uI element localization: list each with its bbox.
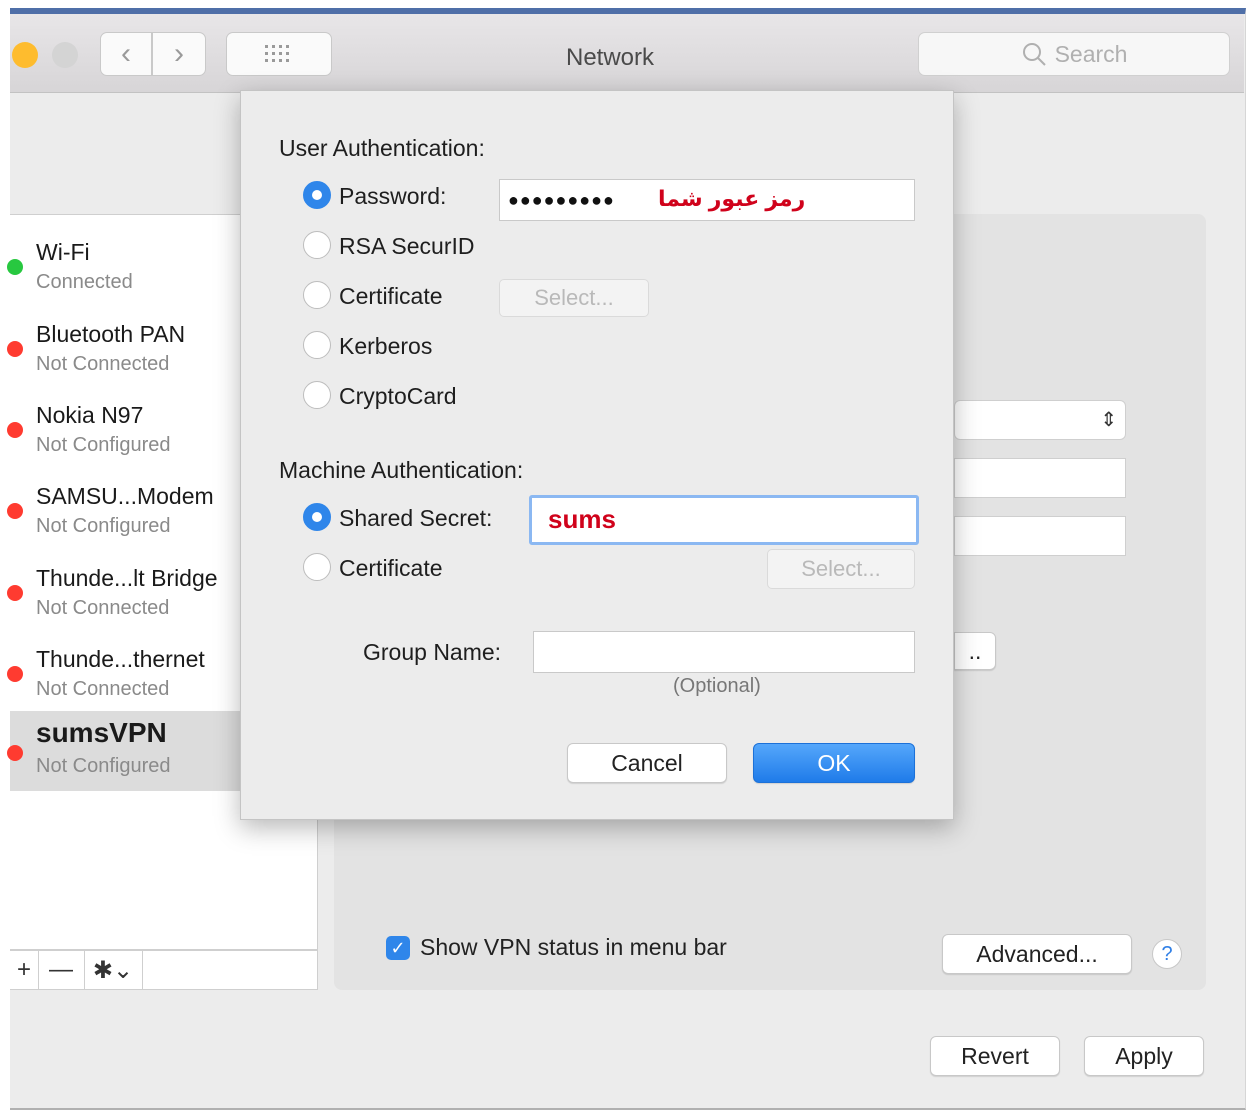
- title-bar: ‹ › Network Search: [10, 14, 1244, 93]
- add-service-button[interactable]: +: [10, 951, 39, 989]
- apply-button[interactable]: Apply: [1084, 1036, 1204, 1076]
- service-status: Not Connected: [36, 353, 170, 375]
- group-name-label: Group Name:: [363, 639, 502, 665]
- service-name: SAMSU...Modem: [36, 483, 214, 509]
- authentication-settings-sheet: User Authentication: Password: ●●●●●●●●●…: [240, 90, 954, 820]
- grid-icon: [265, 45, 289, 62]
- kerberos-label: Kerberos: [339, 333, 433, 359]
- advanced-label: Advanced...: [976, 940, 1098, 967]
- action-menu-button[interactable]: ✱⌄: [84, 951, 143, 989]
- password-field[interactable]: ●●●●●●●●● رمز عبور شما: [499, 179, 915, 221]
- status-dot-icon: [7, 745, 23, 761]
- select-label: Select...: [801, 556, 881, 581]
- service-status: Not Configured: [36, 434, 171, 456]
- cryptocard-radio[interactable]: [303, 381, 331, 409]
- account-name-field[interactable]: [954, 516, 1126, 556]
- service-name: Thunde...lt Bridge: [36, 565, 218, 591]
- ok-button[interactable]: OK: [753, 743, 915, 783]
- machine-certificate-radio[interactable]: [303, 553, 331, 581]
- password-annotation: رمز عبور شما: [658, 186, 806, 211]
- show-vpn-status-checkbox[interactable]: ✓: [386, 936, 410, 960]
- remove-service-button[interactable]: —: [38, 951, 85, 989]
- optional-hint: (Optional): [673, 675, 761, 697]
- status-dot-icon: [7, 341, 23, 357]
- machine-authentication-heading: Machine Authentication:: [279, 457, 524, 483]
- status-dot-icon: [7, 422, 23, 438]
- shared-secret-label: Shared Secret:: [339, 505, 493, 531]
- plus-icon: +: [16, 956, 31, 983]
- apply-label: Apply: [1115, 1042, 1173, 1069]
- cancel-label: Cancel: [611, 749, 683, 776]
- service-name: Nokia N97: [36, 402, 144, 428]
- advanced-button[interactable]: Advanced...: [942, 934, 1132, 974]
- chevron-left-icon: ‹: [121, 37, 131, 70]
- back-button[interactable]: ‹: [100, 32, 152, 76]
- password-dots: ●●●●●●●●●: [508, 190, 615, 210]
- search-placeholder: Search: [1054, 40, 1128, 67]
- revert-label: Revert: [961, 1042, 1029, 1069]
- help-button[interactable]: ?: [1152, 939, 1182, 969]
- service-status: Not Connected: [36, 597, 170, 619]
- service-name: Bluetooth PAN: [36, 321, 186, 347]
- authentication-settings-label: ..: [968, 637, 982, 664]
- shared-secret-value: sums: [548, 504, 616, 534]
- window-title: Network: [565, 44, 655, 71]
- minimize-button[interactable]: [12, 42, 38, 68]
- kerberos-radio[interactable]: [303, 331, 331, 359]
- rsa-securid-label: RSA SecurID: [339, 233, 475, 259]
- checkmark-icon: ✓: [390, 937, 406, 958]
- gear-icon: ✱⌄: [92, 956, 134, 984]
- configuration-popup[interactable]: ⇕: [954, 400, 1126, 440]
- show-all-button[interactable]: [226, 32, 332, 76]
- status-dot-icon: [7, 585, 23, 601]
- user-authentication-heading: User Authentication:: [279, 135, 485, 161]
- zoom-button[interactable]: [52, 42, 78, 68]
- cancel-button[interactable]: Cancel: [567, 743, 727, 783]
- service-name: Thunde...thernet: [36, 646, 205, 672]
- user-certificate-label: Certificate: [339, 283, 443, 309]
- service-status: Not Configured: [36, 755, 171, 777]
- shared-secret-field[interactable]: sums: [529, 495, 919, 545]
- chevron-updown-icon: ⇕: [1100, 409, 1117, 431]
- revert-button[interactable]: Revert: [930, 1036, 1060, 1076]
- forward-button[interactable]: ›: [152, 32, 206, 76]
- search-icon: [1022, 43, 1046, 66]
- service-name: sumsVPN: [36, 717, 167, 748]
- ok-label: OK: [817, 749, 851, 776]
- status-dot-icon: [7, 666, 23, 682]
- status-dot-icon: [7, 503, 23, 519]
- password-label: Password:: [339, 183, 447, 209]
- status-dot-icon: [7, 259, 23, 275]
- minus-icon: —: [49, 956, 73, 983]
- help-icon: ?: [1161, 942, 1173, 965]
- show-vpn-status-label: Show VPN status in menu bar: [420, 934, 727, 960]
- service-list-toolbar: + — ✱⌄: [10, 950, 318, 990]
- group-name-field[interactable]: [533, 631, 915, 673]
- rsa-securid-radio[interactable]: [303, 231, 331, 259]
- search-field[interactable]: Search: [918, 32, 1230, 76]
- chevron-right-icon: ›: [174, 37, 184, 70]
- server-address-field[interactable]: [954, 458, 1126, 498]
- machine-certificate-select-button[interactable]: Select...: [767, 549, 915, 589]
- service-status: Not Configured: [36, 515, 171, 537]
- service-status: Connected: [36, 271, 133, 293]
- authentication-settings-button[interactable]: ..: [954, 632, 996, 670]
- machine-certificate-label: Certificate: [339, 555, 443, 581]
- shared-secret-radio[interactable]: [303, 503, 331, 531]
- user-certificate-radio[interactable]: [303, 281, 331, 309]
- password-radio[interactable]: [303, 181, 331, 209]
- select-label: Select...: [534, 285, 614, 310]
- service-name: Wi-Fi: [36, 239, 90, 265]
- user-certificate-select-button[interactable]: Select...: [499, 279, 649, 317]
- service-status: Not Connected: [36, 678, 170, 700]
- cryptocard-label: CryptoCard: [339, 383, 457, 409]
